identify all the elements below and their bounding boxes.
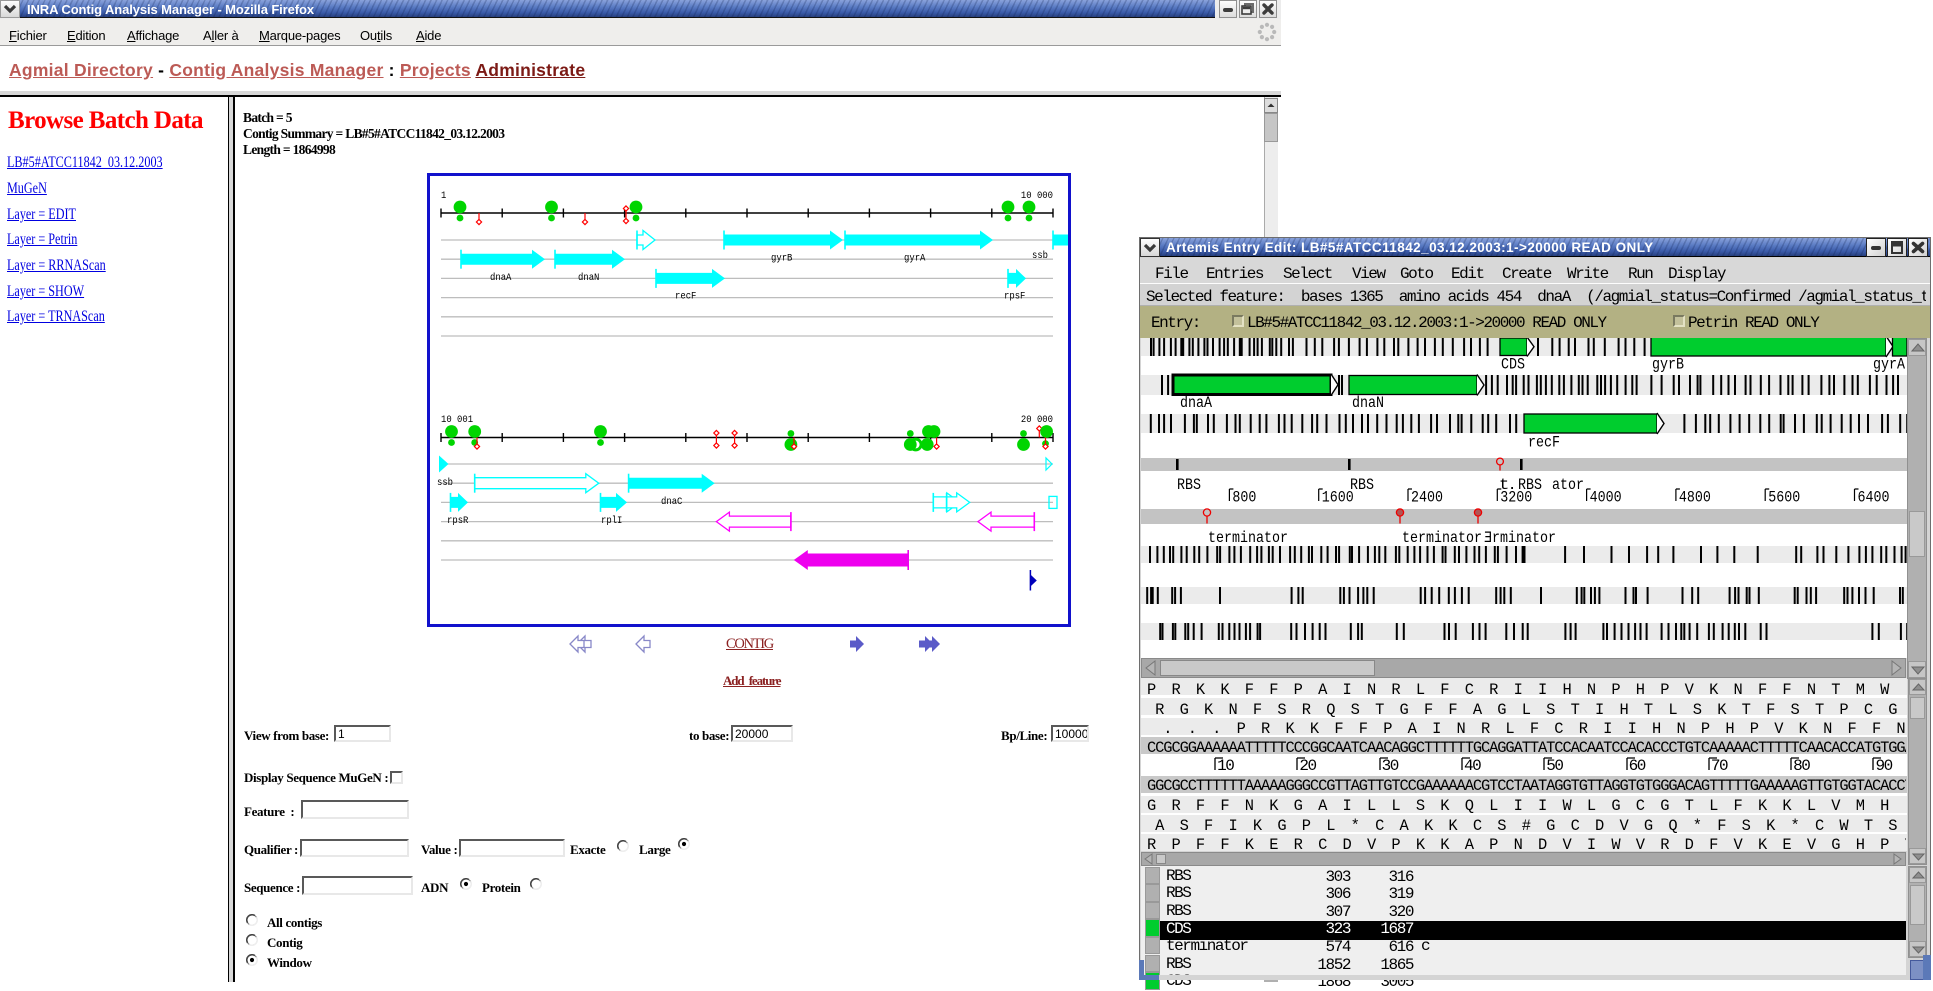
svg-text:dnaA: dnaA: [490, 272, 512, 284]
svg-text:5600: 5600: [1768, 489, 1800, 507]
svg-text:dnaN: dnaN: [1352, 394, 1384, 412]
svg-text:RBS: RBS: [1177, 476, 1201, 494]
svg-text:1: 1: [441, 190, 446, 202]
svg-text:3200: 3200: [1500, 489, 1532, 507]
svg-text:CDS: CDS: [1501, 356, 1525, 374]
svg-text:ator: ator: [1552, 476, 1584, 494]
svg-text:recF: recF: [675, 291, 696, 303]
svg-text:20 000: 20 000: [1021, 414, 1053, 426]
svg-text:dnaN: dnaN: [578, 272, 599, 284]
svg-text:2400: 2400: [1411, 489, 1443, 507]
svg-text:dnaC: dnaC: [661, 496, 682, 508]
svg-text:6400: 6400: [1858, 489, 1890, 507]
svg-text:4000: 4000: [1590, 489, 1622, 507]
svg-text:gyrB: gyrB: [771, 253, 792, 265]
svg-text:terminator: terminator: [1402, 529, 1482, 547]
svg-text:rplI: rplI: [601, 515, 622, 527]
svg-text:rpsR: rpsR: [447, 515, 469, 527]
svg-text:800: 800: [1232, 489, 1256, 507]
svg-text:gyrA: gyrA: [904, 253, 926, 265]
svg-text:recF: recF: [1528, 434, 1560, 452]
svg-text:10 000: 10 000: [1021, 190, 1053, 202]
svg-text:gyrA: gyrA: [1873, 356, 1905, 374]
svg-text:rpsF: rpsF: [1004, 291, 1025, 303]
svg-text:ssb: ssb: [437, 477, 453, 489]
svg-text:10 001: 10 001: [441, 414, 473, 426]
svg-text:Ǝrminator: Ǝrminator: [1484, 529, 1556, 547]
svg-text:ssb: ssb: [1032, 250, 1048, 262]
svg-text:terminator: terminator: [1208, 529, 1288, 547]
svg-text:dnaA: dnaA: [1180, 394, 1212, 412]
svg-text:4800: 4800: [1679, 489, 1711, 507]
svg-text:gyrB: gyrB: [1652, 356, 1684, 374]
svg-text:1600: 1600: [1322, 489, 1354, 507]
